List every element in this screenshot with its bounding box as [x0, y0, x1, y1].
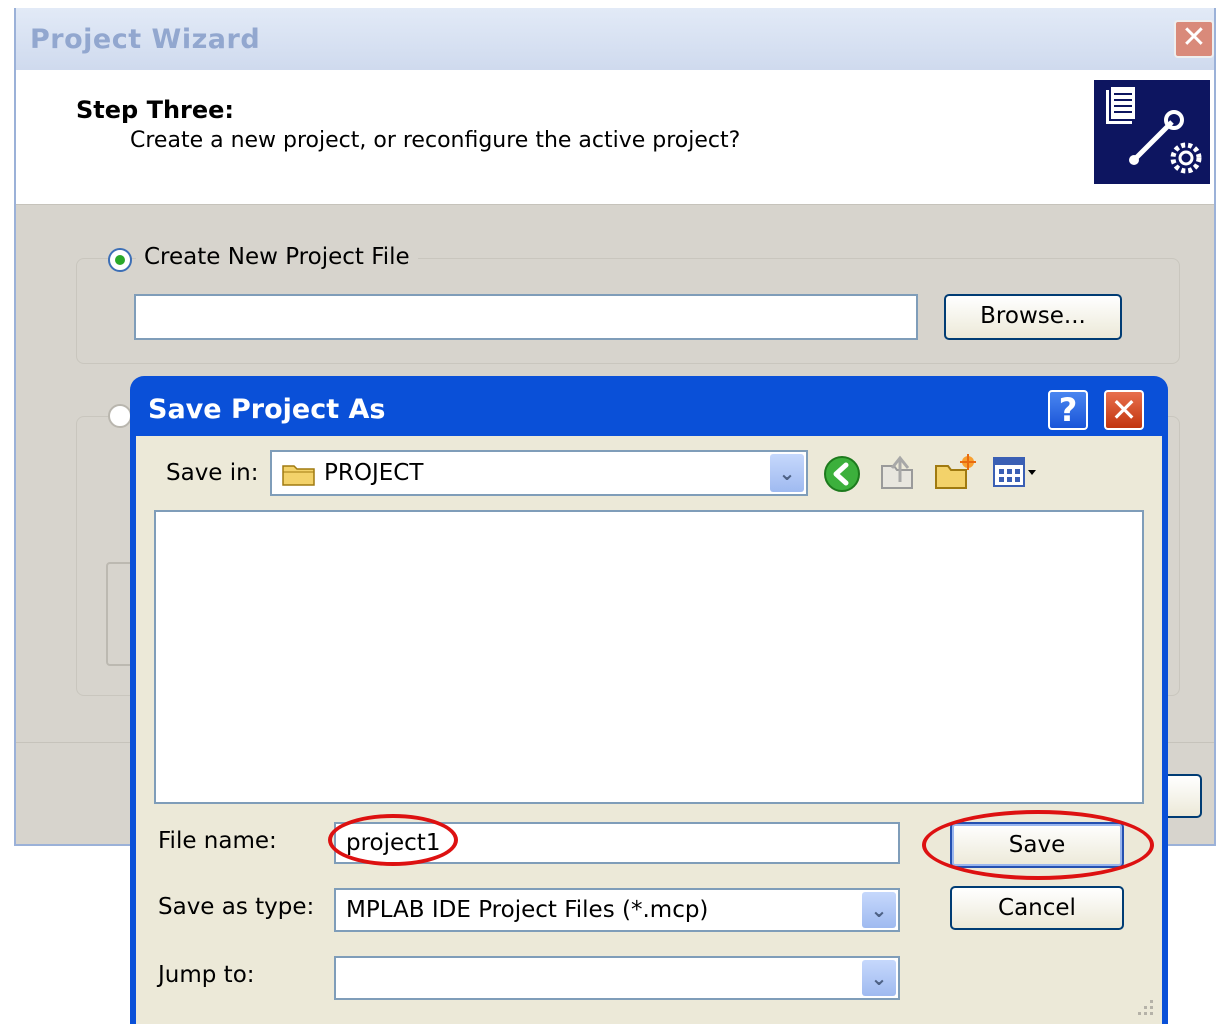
chevron-down-icon[interactable]: ⌄	[770, 454, 804, 492]
save-in-select[interactable]: PROJECT ⌄	[270, 450, 808, 496]
chevron-down-icon[interactable]: ⌄	[862, 892, 896, 928]
dialog-body: Save in: PROJECT ⌄ File name: project1 S…	[136, 436, 1162, 1024]
save-in-value: PROJECT	[324, 460, 424, 486]
back-icon[interactable]	[822, 454, 862, 494]
dialog-close-button[interactable]: ✕	[1104, 390, 1144, 430]
help-button[interactable]: ?	[1048, 390, 1088, 430]
file-list-pane[interactable]	[154, 510, 1144, 804]
browse-button[interactable]: Browse...	[944, 294, 1122, 340]
create-new-project-label: Create New Project File	[136, 244, 418, 270]
create-new-project-radio[interactable]	[108, 248, 132, 272]
reconfigure-project-radio[interactable]	[108, 404, 132, 428]
step-title: Step Three:	[76, 96, 235, 124]
wizard-title: Project Wizard	[30, 24, 261, 55]
views-menu-icon[interactable]	[992, 454, 1038, 490]
jump-to-label: Jump to:	[158, 962, 255, 988]
wizard-titlebar: Project Wizard ✕	[16, 8, 1214, 70]
new-folder-icon[interactable]	[934, 452, 978, 492]
resize-grip-icon[interactable]	[1136, 998, 1156, 1018]
save-as-type-value: MPLAB IDE Project Files (*.mcp)	[346, 897, 709, 923]
chevron-down-icon[interactable]: ⌄	[862, 960, 896, 996]
dialog-title: Save Project As	[148, 394, 386, 425]
wizard-close-button[interactable]: ✕	[1174, 20, 1214, 58]
file-name-label: File name:	[158, 828, 277, 854]
project-file-path-input[interactable]	[134, 294, 918, 340]
jump-to-select[interactable]: ⌄	[334, 956, 900, 1000]
step-subtitle: Create a new project, or reconfigure the…	[130, 128, 741, 153]
document-wrench-gear-icon	[1094, 80, 1210, 184]
file-name-highlight-oval	[328, 814, 458, 866]
save-in-label: Save in:	[166, 460, 259, 486]
save-button-highlight-oval	[922, 810, 1154, 880]
folder-icon	[282, 465, 315, 486]
cancel-button[interactable]: Cancel	[950, 886, 1124, 930]
save-as-type-select[interactable]: MPLAB IDE Project Files (*.mcp) ⌄	[334, 888, 900, 932]
save-project-as-dialog: Save Project As ? ✕ Save in: PROJECT ⌄ F…	[130, 376, 1168, 1024]
wizard-header: Step Three: Create a new project, or rec…	[16, 70, 1214, 205]
save-as-type-label: Save as type:	[158, 894, 315, 920]
up-folder-icon[interactable]	[878, 452, 918, 492]
